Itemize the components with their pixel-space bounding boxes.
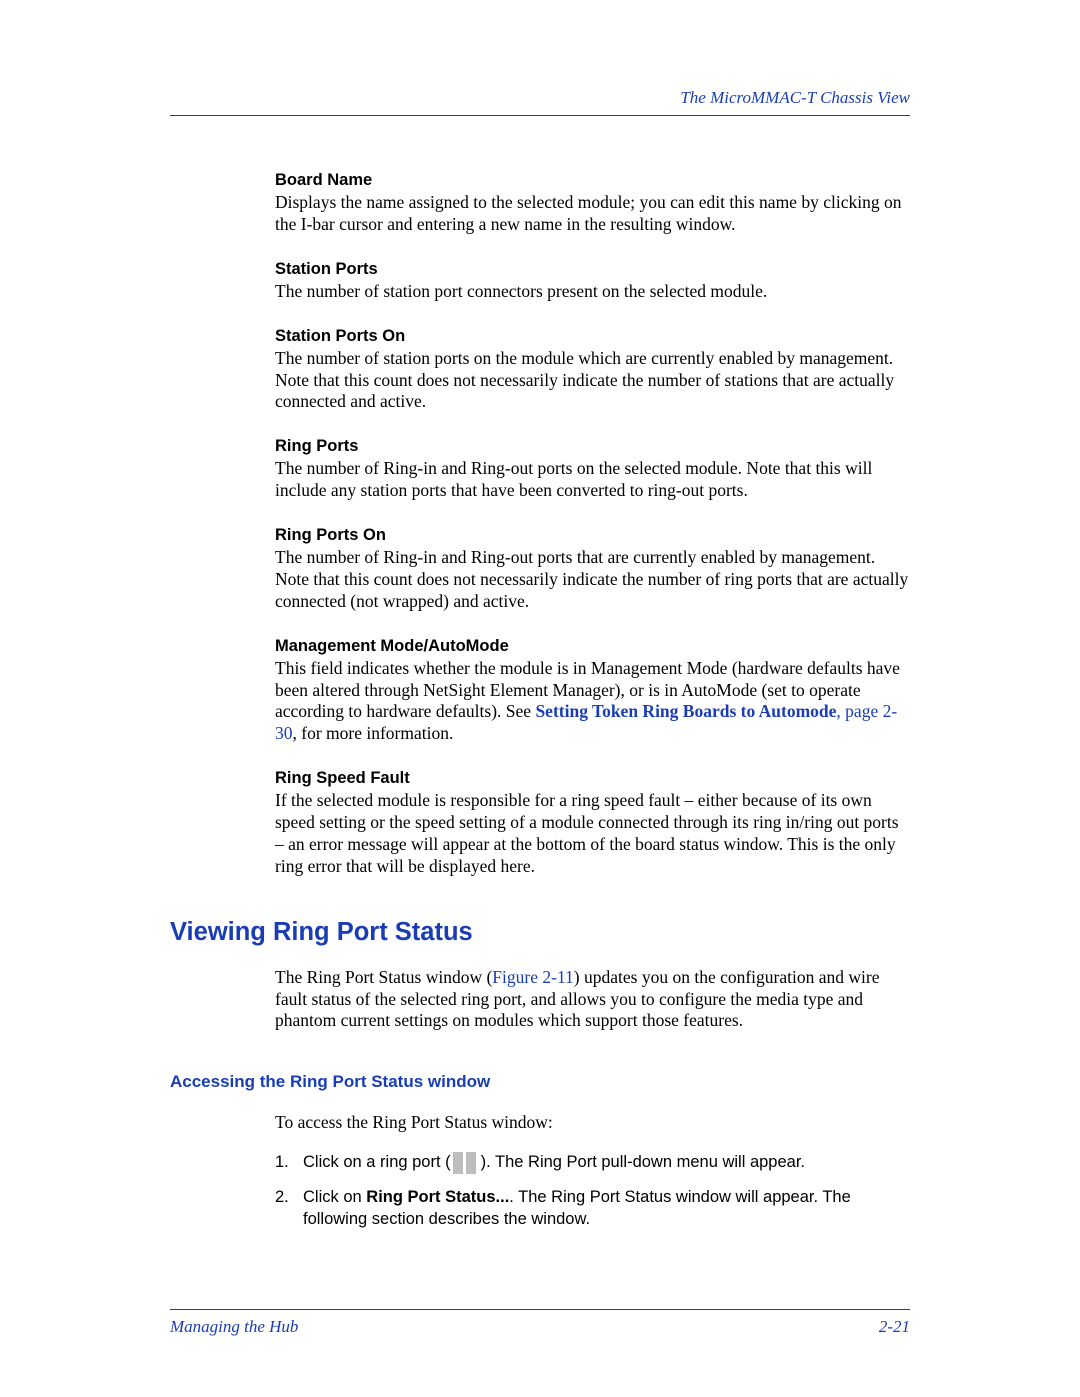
term-body: The number of Ring-in and Ring-out ports… — [275, 458, 910, 502]
term-body: The number of Ring-in and Ring-out ports… — [275, 547, 910, 613]
page-header: The MicroMMAC-T Chassis View — [170, 88, 910, 116]
step-bold: Ring Port Status... — [366, 1188, 509, 1206]
subsection-heading: Accessing the Ring Port Status window — [170, 1072, 910, 1092]
term-label: Station Ports On — [275, 327, 910, 346]
term-body: This field indicates whether the module … — [275, 658, 910, 746]
def-ring-speed-fault: Ring Speed Fault If the selected module … — [275, 769, 910, 878]
page-footer: Managing the Hub 2-21 — [170, 1309, 910, 1337]
step-post: ). The Ring Port pull-down menu will app… — [481, 1153, 805, 1171]
term-label: Management Mode/AutoMode — [275, 637, 910, 656]
step-text: Click on Ring Port Status.... The Ring P… — [303, 1186, 910, 1231]
header-title: The MicroMMAC-T Chassis View — [680, 88, 910, 107]
step-number: 2. — [275, 1186, 303, 1208]
step-2: 2. Click on Ring Port Status.... The Rin… — [275, 1186, 910, 1231]
term-label: Ring Speed Fault — [275, 769, 910, 788]
def-station-ports: Station Ports The number of station port… — [275, 260, 910, 303]
footer-left: Managing the Hub — [170, 1317, 298, 1337]
step-text: Click on a ring port ( ). The Ring Port p… — [303, 1151, 910, 1174]
figure-ref-link[interactable]: Figure 2-11 — [492, 967, 574, 987]
body-post: , for more information. — [293, 723, 454, 743]
def-board-name: Board Name Displays the name assigned to… — [275, 171, 910, 236]
def-ring-ports: Ring Ports The number of Ring-in and Rin… — [275, 437, 910, 502]
ring-port-icon — [453, 1152, 479, 1175]
section-intro: The Ring Port Status window (Figure 2-11… — [275, 967, 910, 1033]
step-pre: Click on — [303, 1188, 366, 1206]
definitions-block: Board Name Displays the name assigned to… — [275, 171, 910, 878]
intro-pre: The Ring Port Status window ( — [275, 967, 492, 987]
def-station-ports-on: Station Ports On The number of station p… — [275, 327, 910, 414]
term-label: Ring Ports On — [275, 526, 910, 545]
cross-ref-link[interactable]: Setting Token Ring Boards to Automode — [535, 701, 836, 721]
step-1: 1. Click on a ring port ( ). The Ring Por… — [275, 1151, 910, 1174]
term-label: Ring Ports — [275, 437, 910, 456]
term-label: Station Ports — [275, 260, 910, 279]
term-body: If the selected module is responsible fo… — [275, 790, 910, 878]
def-management-mode: Management Mode/AutoMode This field indi… — [275, 637, 910, 746]
term-label: Board Name — [275, 171, 910, 190]
section-heading: Viewing Ring Port Status — [170, 918, 910, 947]
step-number: 1. — [275, 1151, 303, 1173]
def-ring-ports-on: Ring Ports On The number of Ring-in and … — [275, 526, 910, 613]
term-body: The number of station port connectors pr… — [275, 281, 910, 303]
term-body: The number of station ports on the modul… — [275, 348, 910, 414]
step-pre: Click on a ring port ( — [303, 1153, 451, 1171]
footer-page-number: 2-21 — [879, 1317, 910, 1337]
term-body: Displays the name assigned to the select… — [275, 192, 910, 236]
access-instruction: To access the Ring Port Status window: — [275, 1112, 910, 1133]
